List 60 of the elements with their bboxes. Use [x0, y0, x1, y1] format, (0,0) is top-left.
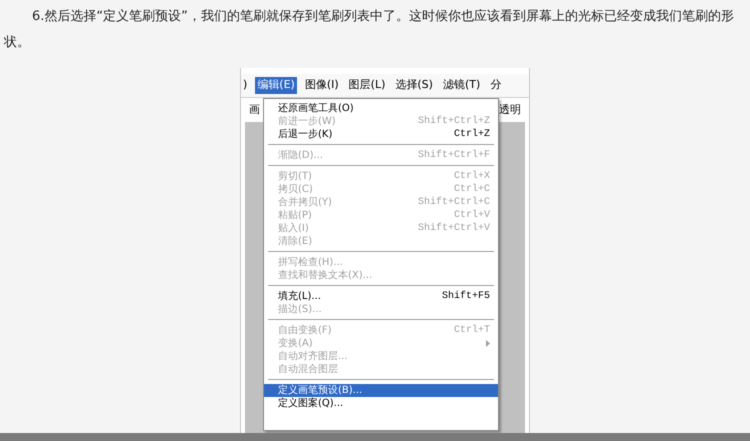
shortcut-text: Shift+Ctrl+V: [418, 222, 490, 235]
menu-item-label: 填充(L)...: [278, 290, 321, 303]
menu-item[interactable]: 后退一步(K) Ctrl+Z: [264, 128, 498, 141]
menu-item[interactable]: 还原画笔工具(O): [264, 102, 498, 115]
menu-item[interactable]: 定义画笔预设(B)...: [264, 384, 498, 397]
menu-item[interactable]: 剪切(T) Ctrl+X: [264, 170, 498, 183]
menu-item[interactable]: 渐隐(D)... Shift+Ctrl+F: [264, 149, 498, 162]
menu-item[interactable]: 查找和替换文本(X)...: [264, 269, 498, 282]
shortcut-text: Ctrl+V: [454, 209, 490, 222]
menu-item[interactable]: 拼写检查(H)...: [264, 256, 498, 269]
menu-bar-item[interactable]: 图层(L): [346, 77, 388, 94]
menu-bar-item[interactable]: 编辑(E): [255, 77, 297, 94]
toolbar-label: 画: [249, 102, 260, 118]
menu-item-label: 渐隐(D)...: [278, 149, 324, 162]
menu-item-label: 自由变换(F): [278, 324, 332, 337]
menu-item[interactable]: 定义图案(Q)...: [264, 397, 498, 410]
menu-item-label: 清除(E): [278, 235, 312, 248]
menu-item[interactable]: 填充(L)... Shift+F5: [264, 290, 498, 303]
menu-item-label: 后退一步(K): [278, 128, 332, 141]
shortcut-text: Ctrl+C: [454, 183, 490, 196]
menu-item[interactable]: 合并拷贝(Y) Shift+Ctrl+C: [264, 196, 498, 209]
menu-item[interactable]: 自动混合图层: [264, 363, 498, 376]
menu-bar-item[interactable]: 滤镜(T): [440, 77, 482, 94]
menu-item-label: 拷贝(C): [278, 183, 313, 196]
menu-item[interactable]: 粘贴(P) Ctrl+V: [264, 209, 498, 222]
menu-item-label: 查找和替换文本(X)...: [278, 269, 372, 282]
menu-item[interactable]: 贴入(I) Shift+Ctrl+V: [264, 222, 498, 235]
menu-bar-item[interactable]: ): [241, 77, 250, 94]
menu-bar-item[interactable]: 分: [488, 77, 504, 94]
menu-item[interactable]: 描边(S)...: [264, 303, 498, 316]
menu-item[interactable]: 清除(E): [264, 235, 498, 248]
toolbar-label: 透明: [499, 102, 521, 118]
instruction-paragraph: 6.然后选择“定义笔刷预设”，我们的笔刷就保存到笔刷列表中了。这时候你也应该看到屏幕上的光标已经变成我们笔刷的形状。: [4, 8, 735, 52]
menu-bar-item[interactable]: 选择(S): [393, 77, 435, 94]
menu-item-label: 定义画笔预设(B)...: [278, 384, 362, 397]
shortcut-text: Shift+Ctrl+Z: [418, 115, 490, 128]
menu-item-label: 前进一步(W): [278, 115, 336, 128]
shortcut-text: Shift+F5: [442, 290, 490, 303]
menu-item-label: 变换(A): [278, 337, 313, 350]
menu-item-label: 粘贴(P): [278, 209, 312, 222]
menu-item-label: 定义图案(Q)...: [278, 397, 344, 410]
menu-item-label: 拼写检查(H)...: [278, 256, 343, 269]
shortcut-text: Ctrl+T: [454, 324, 490, 337]
menu-bar-item[interactable]: 图像(I): [302, 77, 341, 94]
menu-item-label: 还原画笔工具(O): [278, 102, 354, 115]
menu-item-label: 贴入(I): [278, 222, 309, 235]
menu-item[interactable]: 变换(A): [264, 337, 498, 350]
menu-item[interactable]: 自由变换(F) Ctrl+T: [264, 324, 498, 337]
menu-item[interactable]: 自动对齐图层...: [264, 350, 498, 363]
shortcut-text: Ctrl+Z: [454, 128, 490, 141]
menu-item-label: 合并拷贝(Y): [278, 196, 332, 209]
menu-item-label: 剪切(T): [278, 170, 312, 183]
menu-item[interactable]: 拷贝(C) Ctrl+C: [264, 183, 498, 196]
menu-item[interactable]: 前进一步(W) Shift+Ctrl+Z: [264, 115, 498, 128]
shortcut-text: Shift+Ctrl+F: [418, 149, 490, 162]
shortcut-text: Ctrl+X: [454, 170, 490, 183]
shortcut-text: Shift+Ctrl+C: [418, 196, 490, 209]
menu-item-label: 自动对齐图层...: [278, 350, 348, 363]
menu-item-label: 描边(S)...: [278, 303, 322, 316]
menu-item-label: 自动混合图层: [278, 363, 338, 376]
